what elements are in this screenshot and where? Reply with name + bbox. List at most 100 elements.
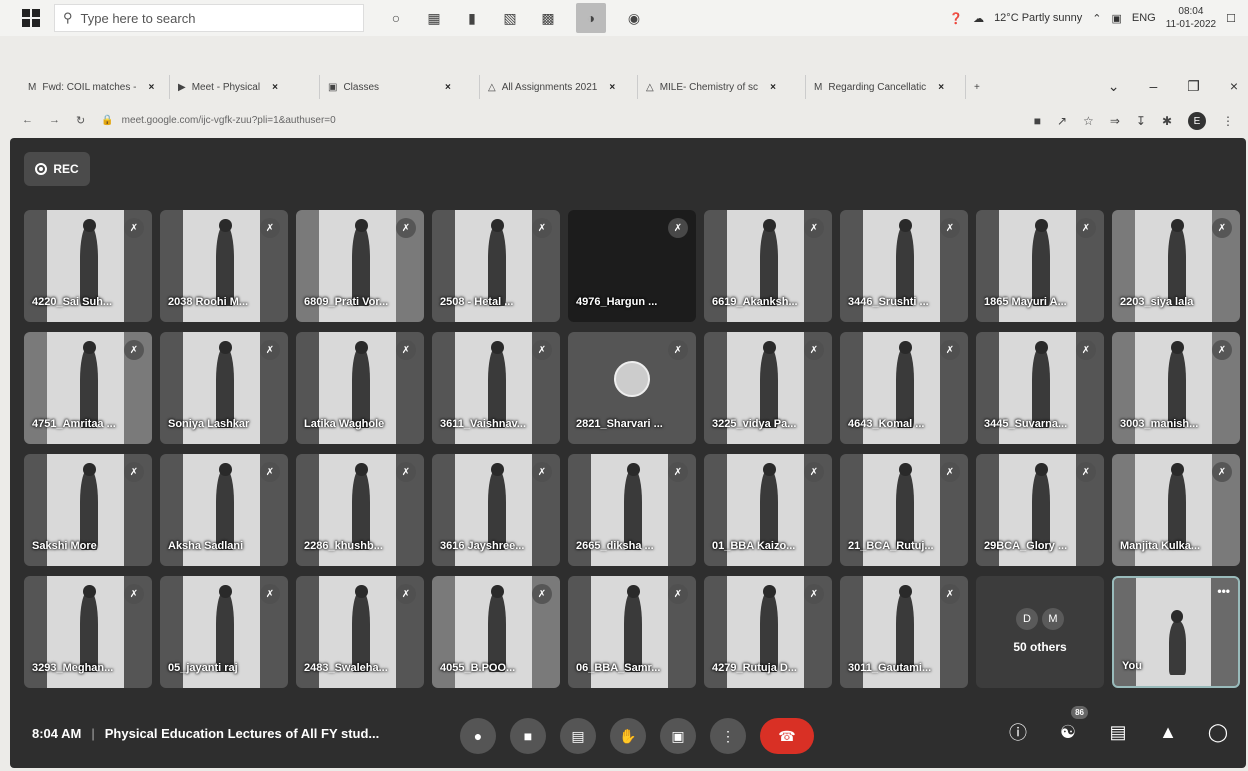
chat-button[interactable]: ▤ [1106,720,1130,744]
restore-icon[interactable]: ❐ [1187,78,1200,95]
profile-avatar[interactable]: E [1188,112,1206,130]
participant-tile[interactable]: ✗ 05_jayanti raj [160,576,288,688]
camera-icon[interactable]: ■ [1034,114,1041,128]
new-tab-button[interactable]: + [966,75,988,99]
close-tab-icon[interactable]: × [445,82,451,93]
store-icon[interactable]: ▧ [500,8,520,28]
close-tab-icon[interactable]: × [770,82,776,93]
outlook-tray-icon[interactable]: ▣ [1111,12,1121,25]
help-icon[interactable]: ❓ [949,12,963,25]
meeting-title[interactable]: Physical Education Lectures of All FY st… [105,726,380,741]
close-window-icon[interactable]: × [1230,78,1238,95]
microphone-button[interactable]: ● [460,718,496,754]
tab-search-icon[interactable]: ⌄ [1108,78,1120,95]
activities-button[interactable]: ▲ [1156,720,1180,744]
participant-tile[interactable]: ✗ 3445_Suvarna... [976,332,1104,444]
participant-tile[interactable]: ✗ 21_BCA_Rutuj... [840,454,968,566]
participant-tile[interactable]: ✗ 1865 Mayuri A... [976,210,1104,322]
weather-text[interactable]: 12°C Partly sunny [994,12,1082,24]
menu-kebab-icon[interactable]: ⋮ [1222,114,1234,128]
participant-tile[interactable]: ✗ 3225_vidya Pa... [704,332,832,444]
reload-icon[interactable]: ↻ [76,114,85,127]
self-view-tile[interactable]: ••• You [1112,576,1240,688]
tab-gmail-coil[interactable]: M Fwd: COIL matches - × [20,75,170,99]
participant-tile[interactable]: ✗ 3611_Vaishnav... [432,332,560,444]
download-icon[interactable]: ↧ [1136,114,1146,128]
taskbar-search-box[interactable]: ⚲ Type here to search [54,4,364,32]
tab-cast-icon[interactable]: ⇒ [1110,114,1120,128]
participant-tile[interactable]: ✗ 3293_Meghan... [24,576,152,688]
participant-tile[interactable]: ✗ 3616 Jayshree... [432,454,560,566]
more-options-icon[interactable]: ••• [1217,584,1230,598]
close-tab-icon[interactable]: × [148,82,154,93]
chrome-icon[interactable]: ◑ [576,3,606,33]
close-tab-icon[interactable]: × [272,82,278,93]
participant-tile[interactable]: ✗ 3011_Gautami... [840,576,968,688]
participant-tile[interactable]: ✗ 2508 - Hetal ... [432,210,560,322]
participant-name: 3003_manish... [1120,418,1199,430]
participant-tile[interactable]: ✗ 4220_Sai Suh... [24,210,152,322]
recording-indicator[interactable]: REC [24,152,90,186]
task-view-icon[interactable]: ▦ [424,8,444,28]
participant-tile[interactable]: ✗ 29BCA_Glory ... [976,454,1104,566]
participant-tile[interactable]: ✗ 2286_khushb... [296,454,424,566]
file-explorer-icon[interactable]: ▩ [538,8,558,28]
participant-tile[interactable]: ✗ Sakshi More [24,454,152,566]
participant-tile[interactable]: ✗ 06_BBA_Samr... [568,576,696,688]
close-tab-icon[interactable]: × [609,82,615,93]
tab-meet[interactable]: ▶ Meet - Physical × [170,75,320,99]
participant-tile[interactable]: ✗ 4643_Komal ... [840,332,968,444]
notifications-icon[interactable]: ☐ [1226,12,1236,25]
participant-tile[interactable]: ✗ 6809_Prati Vor... [296,210,424,322]
star-icon[interactable]: ☆ [1083,114,1094,128]
participant-tile[interactable]: ✗ 2821_Sharvari ... [568,332,696,444]
participant-tile[interactable]: ✗ Manjita Kulka... [1112,454,1240,566]
raise-hand-button[interactable]: ✋ [610,718,646,754]
minimize-icon[interactable]: – [1149,78,1157,95]
language-indicator[interactable]: ENG [1132,12,1156,24]
participant-tile[interactable]: ✗ 4279_Rutuja D... [704,576,832,688]
share-icon[interactable]: ↗ [1057,114,1067,128]
participant-tile[interactable]: ✗ 4751_Amritaa ... [24,332,152,444]
taskbar-clock[interactable]: 08:04 11-01-2022 [1166,5,1216,31]
more-options-button[interactable]: ⋮ [710,718,746,754]
captions-button[interactable]: ▤ [560,718,596,754]
back-icon[interactable]: ← [22,114,33,126]
host-controls-button[interactable]: ◯ [1206,720,1230,744]
forward-icon[interactable]: → [49,114,60,126]
participant-tile[interactable]: ✗ 2038 Roohi M... [160,210,288,322]
tab-classes[interactable]: ▣ Classes × [320,75,480,99]
participant-tile[interactable]: ✗ 2665_diksha ... [568,454,696,566]
cortana-icon[interactable]: ○ [386,8,406,28]
participant-tile[interactable]: ✗ 4976_Hargun ... [568,210,696,322]
close-tab-icon[interactable]: × [938,82,944,93]
participant-tile[interactable]: ✗ 6619_Akanksh... [704,210,832,322]
participant-tile[interactable]: ✗ 2483_Swaleha... [296,576,424,688]
participant-tile[interactable]: ✗ 2203_siya lala [1112,210,1240,322]
address-field[interactable]: 🔒 meet.google.com/ijc-vgfk-zuu?pli=1&aut… [101,115,335,126]
participant-tile[interactable]: ✗ Soniya Lashkar [160,332,288,444]
others-tile[interactable]: D M 50 others [976,576,1104,688]
chrome-alt-icon[interactable]: ◉ [624,8,644,28]
participant-tile[interactable]: ✗ 4055_B.POO... [432,576,560,688]
windows-start-icon[interactable] [22,9,40,27]
meeting-details-button[interactable]: ⓘ [1006,720,1030,744]
camera-button[interactable]: ■ [510,718,546,754]
extensions-icon[interactable]: ✱ [1162,114,1172,128]
tab-regarding-cancellation[interactable]: M Regarding Cancellatic × [806,75,966,99]
participant-tile[interactable]: ✗ Aksha Sadlani [160,454,288,566]
leave-call-button[interactable]: ☎ [760,718,814,754]
meet-call-area: REC ✗ 4220_Sai Suh... ✗ 2038 Roohi M... ✗ 6… [10,138,1246,768]
participant-tile[interactable]: ✗ 3003_manish... [1112,332,1240,444]
chevron-up-icon[interactable]: ⌃ [1092,12,1101,25]
participant-tile[interactable]: ✗ Latika Waghole [296,332,424,444]
people-button[interactable]: ☯ 86 [1056,706,1088,744]
present-screen-button[interactable]: ▣ [660,718,696,754]
tab-mile-chemistry[interactable]: △ MILE- Chemistry of sc × [638,75,806,99]
tab-all-assignments[interactable]: △ All Assignments 2021 × [480,75,638,99]
meet-side-controls: ⓘ ☯ 86 ▤ ▲ ◯ [1006,706,1230,744]
participant-tile[interactable]: ✗ 3446_Srushti ... [840,210,968,322]
participant-tile[interactable]: ✗ 01_BBA Kaizo... [704,454,832,566]
mic-off-icon: ✗ [1076,340,1096,360]
app-icon[interactable]: ▮ [462,8,482,28]
